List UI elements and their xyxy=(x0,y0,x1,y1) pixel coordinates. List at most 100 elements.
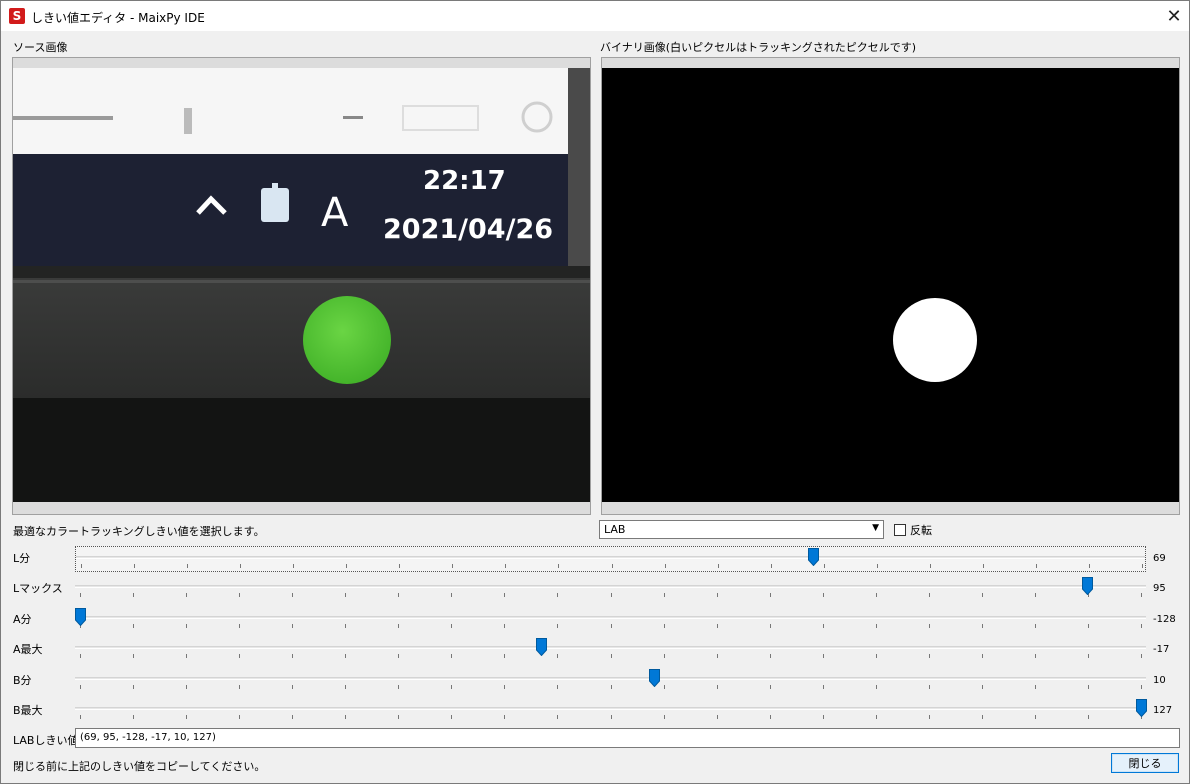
slider-tick xyxy=(133,593,135,597)
l-min-slider[interactable] xyxy=(75,546,1146,572)
slider-tick xyxy=(663,654,665,658)
slider-tick xyxy=(292,593,294,597)
slider-value: 69 xyxy=(1153,553,1166,564)
slider-tick xyxy=(822,685,824,689)
invert-checkbox[interactable] xyxy=(894,524,906,536)
slider-tick xyxy=(875,593,877,597)
b-min-slider[interactable] xyxy=(75,668,1146,694)
slider-tick xyxy=(981,715,983,719)
slider-tick xyxy=(398,654,400,658)
slider-row-b-min: B分 10 xyxy=(1,668,1190,698)
slider-value: -128 xyxy=(1153,614,1176,625)
slider-tick xyxy=(186,593,188,597)
slider-tick xyxy=(928,715,930,719)
slider-tick xyxy=(610,624,612,628)
slider-tick xyxy=(981,685,983,689)
slider-tick xyxy=(716,715,718,719)
slider-tick xyxy=(1034,685,1036,689)
slider-value: 95 xyxy=(1153,583,1166,594)
slider-thumb[interactable] xyxy=(1135,699,1147,718)
slider-tick xyxy=(451,593,453,597)
binary-image-label: バイナリ画像(白いピクセルはトラッキングされたピクセルです) xyxy=(600,41,917,54)
colorspace-select-value: LAB xyxy=(604,523,626,536)
slider-tick xyxy=(504,593,506,597)
slider-tick xyxy=(1141,624,1142,628)
invert-label: 反転 xyxy=(910,524,932,537)
slider-tick xyxy=(610,593,612,597)
slider-tick xyxy=(504,685,506,689)
slider-tick xyxy=(346,564,348,568)
slider-tick xyxy=(663,593,665,597)
slider-thumb[interactable] xyxy=(807,548,819,567)
slider-thumb[interactable] xyxy=(1082,577,1094,596)
slider-tick xyxy=(822,593,824,597)
close-dialog-button[interactable]: 閉じる xyxy=(1111,753,1179,773)
slider-tick xyxy=(823,564,825,568)
lab-threshold-field[interactable]: (69, 95, -128, -17, 10, 127) xyxy=(75,728,1180,748)
slider-tick xyxy=(875,654,877,658)
slider-thumb[interactable] xyxy=(74,608,86,627)
slider-tick xyxy=(610,654,612,658)
slider-tick xyxy=(611,564,613,568)
slider-tick xyxy=(557,624,559,628)
colorspace-select[interactable]: LAB ▼ xyxy=(599,520,884,539)
slider-groove xyxy=(75,616,1146,619)
slider-value: 10 xyxy=(1153,675,1166,686)
slider-tick xyxy=(822,624,824,628)
slider-tick xyxy=(663,685,665,689)
slider-groove xyxy=(75,646,1146,649)
slider-tick xyxy=(239,685,241,689)
slider-tick xyxy=(1087,715,1089,719)
slider-tick xyxy=(716,593,718,597)
slider-tick xyxy=(1088,564,1090,568)
b-max-slider[interactable] xyxy=(75,698,1147,724)
slider-tick xyxy=(557,654,559,658)
slider-row-b-max: B最大 127 xyxy=(1,698,1190,728)
slider-tick xyxy=(133,715,135,719)
binary-image-frame xyxy=(601,57,1180,515)
slider-tick xyxy=(239,715,241,719)
slider-tick xyxy=(928,624,930,628)
slider-tick xyxy=(981,593,983,597)
slider-label: A最大 xyxy=(13,643,43,656)
slider-tick xyxy=(875,624,877,628)
slider-tick xyxy=(769,593,771,597)
slider-tick xyxy=(133,685,135,689)
slider-label: Lマックス xyxy=(13,582,63,595)
source-image: A 22:17 2021/04/26 xyxy=(13,68,590,502)
slider-thumb[interactable] xyxy=(536,638,548,657)
slider-tick xyxy=(928,593,930,597)
slider-tick xyxy=(398,685,400,689)
slider-tick xyxy=(1141,654,1142,658)
slider-tick xyxy=(80,593,81,597)
slider-tick xyxy=(663,715,665,719)
slider-label: B最大 xyxy=(13,704,43,717)
invert-toggle[interactable]: 反転 xyxy=(894,522,932,538)
slider-tick xyxy=(558,564,560,568)
slider-tick xyxy=(1035,564,1037,568)
slider-tick xyxy=(769,685,771,689)
slider-tick xyxy=(345,685,347,689)
l-max-slider[interactable] xyxy=(75,576,1146,602)
slider-tick xyxy=(81,564,82,568)
slider-tick xyxy=(345,593,347,597)
slider-tick xyxy=(345,654,347,658)
slider-tick xyxy=(716,685,718,689)
slider-tick xyxy=(186,715,188,719)
slider-thumb[interactable] xyxy=(648,669,660,688)
slider-tick xyxy=(80,654,81,658)
slider-tick xyxy=(982,564,984,568)
slider-tick xyxy=(239,654,241,658)
slider-row-l-max: Lマックス 95 xyxy=(1,576,1190,606)
a-min-slider[interactable] xyxy=(74,607,1146,633)
slider-tick xyxy=(769,624,771,628)
window-close-button[interactable]: ✕ xyxy=(1159,1,1189,31)
title-bar: S しきい値エディタ - MaixPy IDE ✕ xyxy=(1,1,1189,31)
a-max-slider[interactable] xyxy=(75,637,1146,663)
slider-tick xyxy=(398,593,400,597)
slider-tick xyxy=(557,593,559,597)
tray-clock-time: 22:17 xyxy=(423,166,506,196)
app-icon: S xyxy=(9,8,25,24)
slider-tick xyxy=(1142,564,1143,568)
slider-tick xyxy=(610,715,612,719)
